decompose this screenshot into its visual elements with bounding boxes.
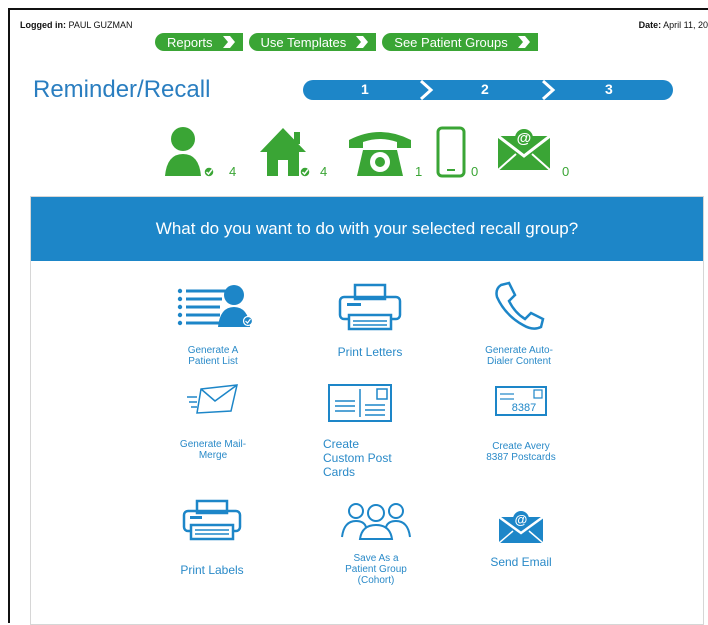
save-patient-group-label: Save As a Patient Group (Cohort) [345, 553, 407, 586]
patient-list-icon [177, 285, 254, 327]
generate-autodialer-button[interactable]: Generate Auto- Dialer Content [459, 279, 579, 367]
send-email-button[interactable]: @ Send Email [471, 509, 571, 569]
postcard-icon [328, 384, 392, 422]
mobile-icon [436, 126, 466, 178]
chevron-right-icon [513, 33, 538, 51]
mobile-count: 0 [471, 164, 479, 179]
envelope-icon [187, 384, 238, 414]
label-printer-icon [182, 499, 242, 541]
logged-in-info: Logged in: PAUL GUZMAN [20, 20, 133, 30]
date-value: April 11, 20 [663, 20, 708, 30]
step-3[interactable]: 3 [605, 81, 613, 97]
print-labels-button[interactable]: Print Labels [157, 499, 267, 577]
reports-button[interactable]: Reports [155, 33, 243, 51]
contact-method-person: 4 [163, 124, 236, 185]
home-count: 4 [320, 164, 328, 179]
step-1[interactable]: 1 [361, 81, 369, 97]
patient-list-label: Generate A Patient List [187, 345, 239, 367]
step-progress: 1 2 3 [303, 80, 673, 100]
avery-postcard-icon: 8387 [495, 386, 547, 416]
see-patient-groups-label: See Patient Groups [394, 34, 508, 50]
chevron-right-icon [352, 33, 377, 51]
contact-method-email: @ 0 [496, 124, 569, 185]
print-letters-button[interactable]: Print Letters [315, 283, 425, 359]
person-icon [165, 127, 215, 178]
panel-question: What do you want to do with your selecte… [31, 197, 703, 261]
avery-postcards-label: Create Avery 8387 Postcards [486, 441, 556, 463]
svg-text:@: @ [517, 130, 532, 147]
avery-number: 8387 [512, 402, 536, 414]
print-letters-label: Print Letters [337, 345, 403, 359]
chevron-right-icon [218, 33, 243, 51]
see-patient-groups-button[interactable]: See Patient Groups [382, 33, 538, 51]
date-info: Date: April 11, 20 [639, 20, 708, 30]
use-templates-button[interactable]: Use Templates [248, 33, 377, 51]
home-icon [260, 128, 311, 178]
phone-icon [349, 132, 411, 176]
email-icon: @ [497, 129, 551, 171]
group-icon [341, 503, 411, 540]
print-labels-label: Print Labels [180, 563, 244, 577]
person-count: 4 [229, 164, 237, 179]
email-count: 0 [562, 164, 570, 179]
contact-method-home: 4 [258, 124, 327, 185]
step-2[interactable]: 2 [481, 81, 489, 97]
send-email-icon: @ [498, 511, 544, 543]
page-title: Reminder/Recall [33, 76, 211, 103]
mail-merge-label: Generate Mail- Merge [179, 439, 247, 461]
create-avery-postcards-button[interactable]: 8387 Create Avery 8387 Postcards [471, 385, 571, 463]
generate-patient-list-button[interactable]: Generate A Patient List [153, 283, 273, 367]
user-name: PAUL GUZMAN [68, 20, 133, 30]
top-nav: Reports Use Templates See Patient Groups [155, 33, 538, 51]
generate-mail-merge-button[interactable]: Generate Mail- Merge [161, 383, 265, 461]
send-email-label: Send Email [490, 555, 552, 569]
custom-postcards-label: Create Custom Post Cards [323, 437, 392, 479]
printer-icon [338, 283, 402, 331]
logged-in-label: Logged in: [20, 20, 66, 30]
svg-text:@: @ [515, 512, 528, 527]
use-templates-label: Use Templates [260, 34, 347, 50]
contact-method-mobile: 0 [435, 124, 478, 185]
create-custom-postcards-button[interactable]: Create Custom Post Cards [323, 383, 413, 479]
action-panel: What do you want to do with your selecte… [30, 196, 704, 625]
handset-icon [495, 281, 545, 330]
contact-method-phone: 1 [347, 124, 422, 185]
autodialer-label: Generate Auto- Dialer Content [485, 345, 553, 367]
phone-count: 1 [415, 164, 423, 179]
save-patient-group-button[interactable]: Save As a Patient Group (Cohort) [321, 499, 431, 586]
reports-label: Reports [167, 34, 213, 50]
date-label: Date: [638, 20, 662, 30]
